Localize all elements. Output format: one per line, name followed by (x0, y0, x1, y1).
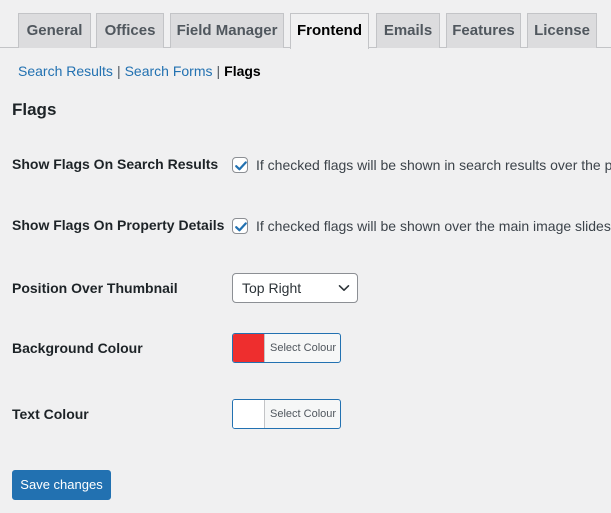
text-colour-button-label: Select Colour (270, 408, 337, 420)
position-select[interactable]: Top Right (232, 273, 358, 303)
position-label: Position Over Thumbnail (12, 280, 178, 296)
subnav-separator: | (116, 63, 121, 79)
show-flags-search-checkbox[interactable] (232, 157, 248, 173)
background-colour-button-label: Select Colour (270, 342, 337, 354)
subnav-current: Flags (224, 63, 261, 79)
section-title: Flags (12, 100, 57, 119)
subnav-search-results-link[interactable]: Search Results (18, 63, 113, 79)
background-colour-label: Background Colour (12, 340, 143, 356)
settings-tabs: General Offices Field Manager Frontend E… (0, 0, 611, 49)
checkmark-icon (235, 161, 247, 171)
tab-general[interactable]: General (18, 13, 91, 48)
subnav-separator: | (216, 63, 221, 79)
text-colour-label: Text Colour (12, 406, 89, 422)
show-flags-search-label: Show Flags On Search Results (12, 156, 219, 172)
tab-license[interactable]: License (527, 13, 597, 48)
show-flags-search-description: If checked flags will be shown in search… (256, 157, 611, 173)
background-colour-picker[interactable]: Select Colour (232, 333, 341, 363)
position-select-value: Top Right (242, 280, 302, 296)
background-colour-swatch (233, 334, 265, 362)
show-flags-property-description: If checked flags will be shown over the … (256, 218, 611, 234)
tab-frontend[interactable]: Frontend (290, 13, 369, 49)
checkmark-icon (235, 222, 247, 232)
show-flags-property-checkbox[interactable] (232, 218, 248, 234)
text-colour-swatch (233, 400, 265, 428)
show-flags-property-label: Show Flags On Property Details (12, 217, 225, 233)
chevron-down-icon (338, 285, 350, 291)
tab-features[interactable]: Features (446, 13, 521, 48)
subnav-search-forms-link[interactable]: Search Forms (125, 63, 213, 79)
tab-field-manager[interactable]: Field Manager (170, 13, 284, 48)
save-changes-button[interactable]: Save changes (12, 470, 111, 500)
subnav: Search Results | Search Forms | Flags (18, 62, 261, 80)
tab-emails[interactable]: Emails (376, 13, 440, 48)
text-colour-picker[interactable]: Select Colour (232, 399, 341, 429)
tab-offices[interactable]: Offices (96, 13, 164, 48)
